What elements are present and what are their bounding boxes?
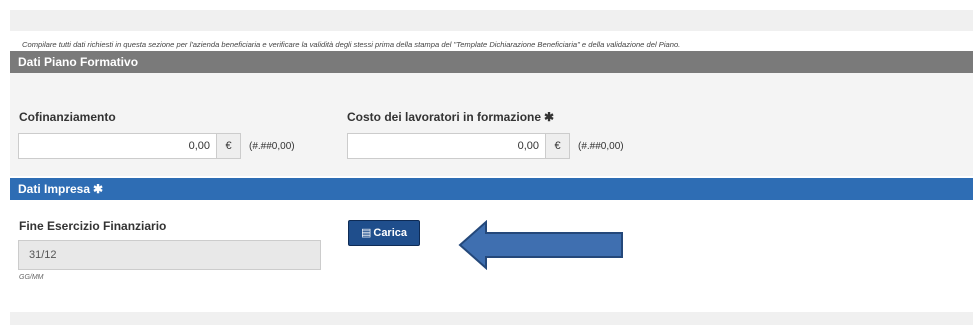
- top-bar: [10, 10, 973, 31]
- list-icon: ▤: [360, 227, 372, 239]
- instructions-note: Compilare tutti dati richiesti in questa…: [22, 40, 681, 49]
- dati-impresa-title: Dati Impresa: [18, 182, 91, 196]
- required-asterisk-icon: ✱: [544, 110, 555, 124]
- cofinanziamento-format: (#.##0,00): [249, 140, 295, 152]
- fine-esercizio-label: Fine Esercizio Finanziario: [19, 219, 167, 233]
- costo-lavoratori-input[interactable]: 0,00: [347, 133, 546, 159]
- costo-lavoratori-label-text: Costo dei lavoratori in formazione: [347, 110, 542, 124]
- costo-lavoratori-label: Costo dei lavoratori in formazione ✱: [347, 110, 554, 124]
- left-arrow-icon: [458, 220, 623, 270]
- carica-button[interactable]: ▤ Carica: [348, 220, 420, 246]
- cofinanziamento-label: Cofinanziamento: [19, 110, 116, 124]
- cofinanziamento-input[interactable]: 0,00: [18, 133, 217, 159]
- costo-lavoratori-format: (#.##0,00): [578, 140, 624, 152]
- required-asterisk-icon: ✱: [93, 182, 104, 196]
- cofinanziamento-field: 0,00 € (#.##0,00): [18, 133, 295, 159]
- fine-esercizio-input[interactable]: 31/12: [18, 240, 321, 270]
- carica-button-label: Carica: [373, 227, 408, 239]
- bottom-bar: [10, 312, 973, 325]
- dati-impresa-header: Dati Impresa ✱: [10, 178, 973, 200]
- costo-lavoratori-field: 0,00 € (#.##0,00): [347, 133, 624, 159]
- euro-addon: €: [546, 133, 570, 159]
- date-format-hint: GG/MM: [19, 274, 44, 281]
- euro-addon: €: [217, 133, 241, 159]
- dati-piano-header: Dati Piano Formativo: [10, 51, 973, 73]
